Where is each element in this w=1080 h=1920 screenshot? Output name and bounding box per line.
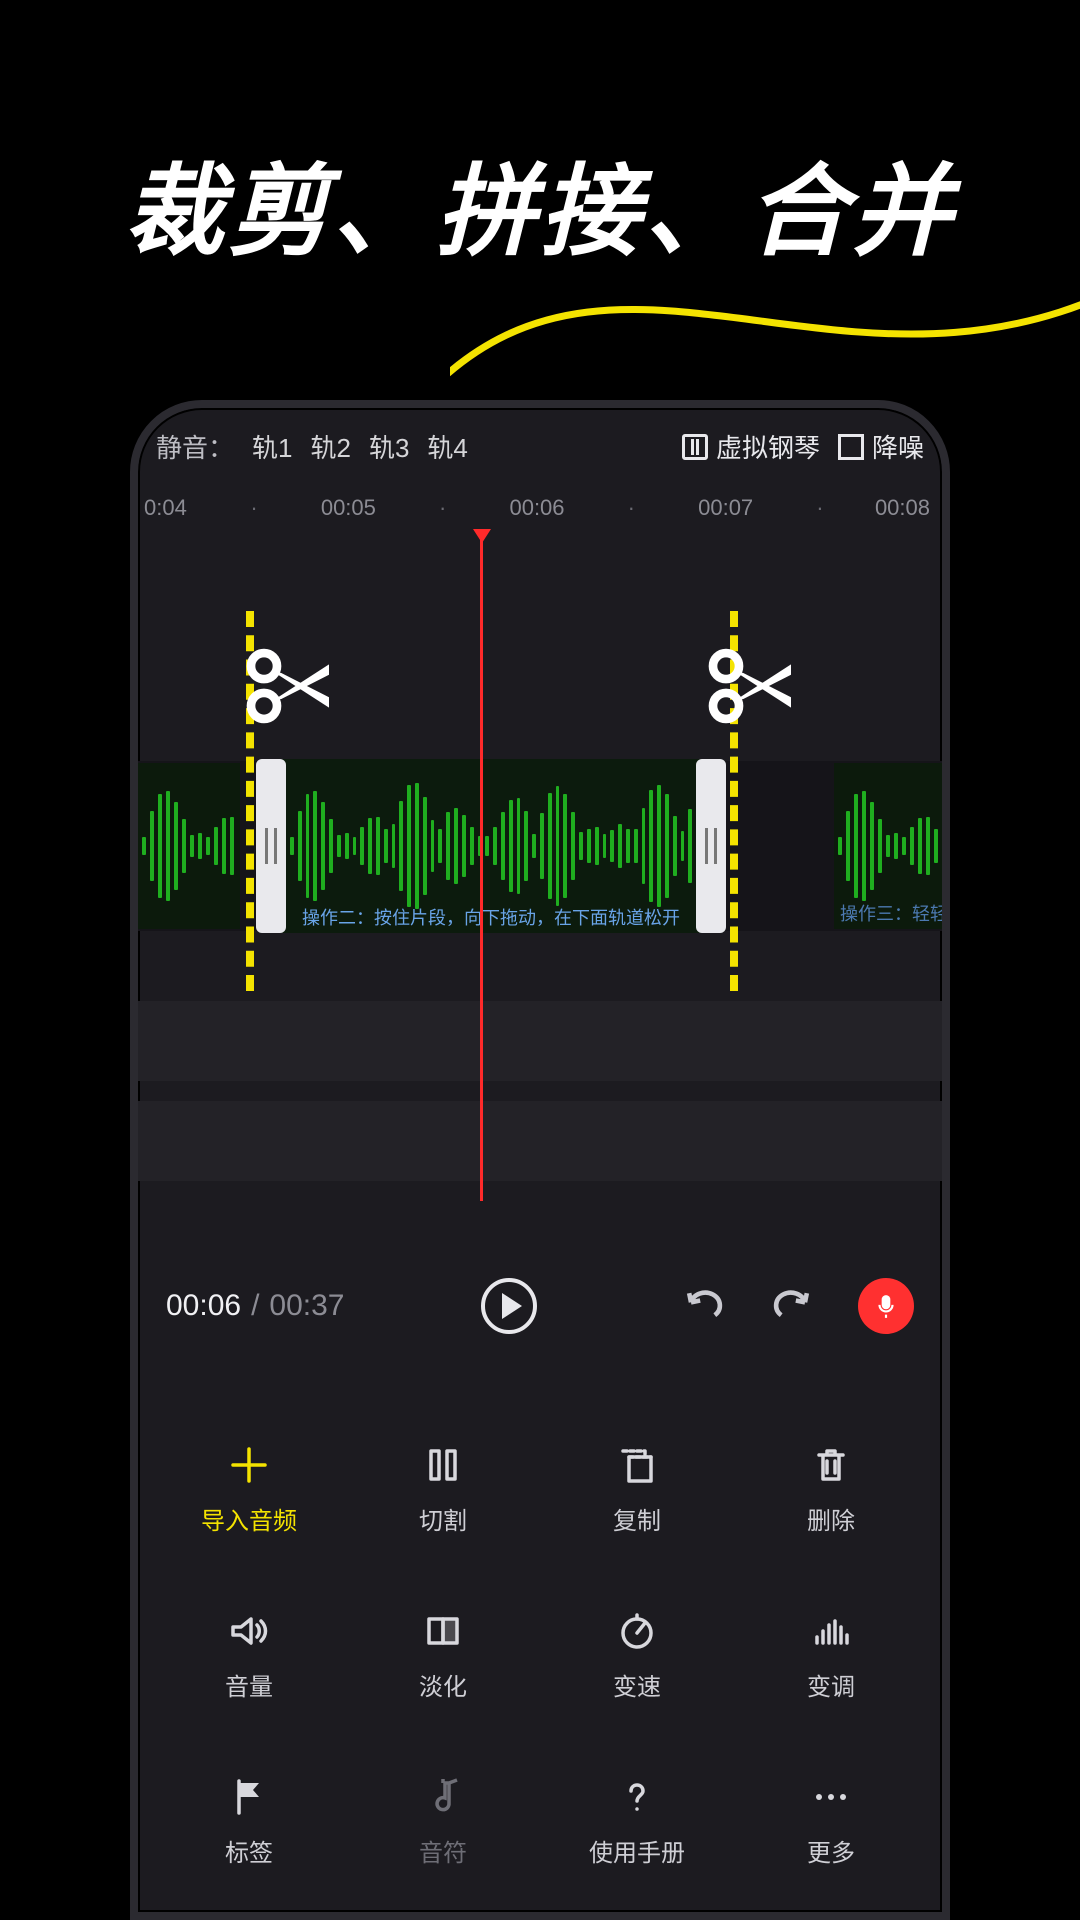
time-separator: / [251, 1289, 259, 1323]
ruler-tick: 00:05 [270, 495, 427, 521]
waveform-icon [138, 763, 240, 929]
tool-label: 音量 [225, 1667, 273, 1702]
redo-button[interactable] [766, 1278, 822, 1334]
track-1-toggle[interactable]: 轨1 [252, 428, 292, 465]
denoise-toggle[interactable]: 降噪 [838, 428, 924, 465]
ruler-tick: 00:08 [836, 495, 930, 521]
tool-manual[interactable]: 使用手册 [540, 1746, 734, 1896]
tool-label: 导入音频 [201, 1501, 297, 1536]
timeline[interactable]: 操作三：轻轻 操作二：按住片段，向下拖动，在下面轨道松开 [138, 531, 942, 1251]
tool-pitch[interactable]: 变调 [734, 1580, 928, 1730]
plus-icon [227, 1443, 271, 1487]
tool-delete[interactable]: 删除 [734, 1414, 928, 1564]
tool-copy[interactable]: 复制 [540, 1414, 734, 1564]
gauge-icon [615, 1609, 659, 1653]
transport-bar: 00:06 / 00:37 [138, 1278, 942, 1334]
tool-fade[interactable]: 淡化 [346, 1580, 540, 1730]
play-button[interactable] [481, 1278, 537, 1334]
phone-frame: 静音： 轨1 轨2 轨3 轨4 虚拟钢琴 降噪 0:04 · 00:0 [130, 400, 950, 1920]
ruler-tick: 0:04 [144, 495, 238, 521]
tool-volume[interactable]: 音量 [152, 1580, 346, 1730]
track-4-toggle[interactable]: 轨4 [427, 428, 467, 465]
tool-label: 变速 [613, 1667, 661, 1702]
piano-icon [682, 434, 708, 460]
ruler-tick: 00:06 [458, 495, 615, 521]
flag-icon [227, 1775, 271, 1819]
record-button[interactable] [858, 1278, 914, 1334]
time-ruler[interactable]: 0:04 · 00:05 · 00:06 · 00:07 · 00:08 [138, 485, 942, 531]
copy-icon [615, 1443, 659, 1487]
undo-button[interactable] [674, 1278, 730, 1334]
tool-label: 音符 [419, 1833, 467, 1868]
total-time: 00:37 [269, 1289, 344, 1323]
clip-outside-right[interactable]: 操作三：轻轻 [834, 763, 942, 929]
scissors-icon [708, 647, 796, 725]
clip-handle-left[interactable] [256, 759, 286, 933]
ruler-tick: 00:07 [647, 495, 804, 521]
track-2-toggle[interactable]: 轨2 [310, 428, 350, 465]
tools-grid: 导入音频 切割 复制 删除音量 淡化 变速 变调标签 音符 使用手册 更多 [138, 1388, 942, 1912]
clip-hint-right: 操作三：轻轻 [840, 900, 942, 926]
hero-title: 裁剪、拼接、合并 [0, 130, 1080, 275]
scissors-icon [246, 647, 334, 725]
eq-icon [809, 1609, 853, 1653]
clip-hint-selected: 操作二：按住片段，向下拖动，在下面轨道松开 [292, 904, 690, 930]
tool-label: 标签 [225, 1833, 273, 1868]
time-display: 00:06 / 00:37 [166, 1289, 345, 1323]
split-icon [421, 1443, 465, 1487]
tool-label: 使用手册 [589, 1833, 685, 1868]
tool-more[interactable]: 更多 [734, 1746, 928, 1896]
clip-outside-left[interactable] [138, 763, 240, 929]
denoise-label: 降噪 [872, 428, 924, 465]
mute-label: 静音： [156, 428, 234, 465]
tool-marker[interactable]: 标签 [152, 1746, 346, 1896]
top-toolbar: 静音： 轨1 轨2 轨3 轨4 虚拟钢琴 降噪 [138, 408, 942, 471]
selected-clip[interactable]: 操作二：按住片段，向下拖动，在下面轨道松开 [256, 759, 726, 933]
audio-track-2[interactable] [138, 1001, 942, 1081]
speaker-icon [227, 1609, 271, 1653]
tool-label: 更多 [807, 1833, 855, 1868]
checkbox-icon [838, 434, 864, 460]
tool-import[interactable]: 导入音频 [152, 1414, 346, 1564]
virtual-piano-label: 虚拟钢琴 [716, 428, 820, 465]
playhead[interactable] [480, 531, 483, 1201]
tool-speed[interactable]: 变速 [540, 1580, 734, 1730]
tool-label: 变调 [807, 1667, 855, 1702]
dots-icon [809, 1775, 853, 1819]
audio-track-3[interactable] [138, 1101, 942, 1181]
tool-label: 复制 [613, 1501, 661, 1536]
fade-icon [421, 1609, 465, 1653]
tool-label: 淡化 [419, 1667, 467, 1702]
tool-label: 切割 [419, 1501, 467, 1536]
note-icon [421, 1775, 465, 1819]
help-icon [615, 1775, 659, 1819]
current-time: 00:06 [166, 1289, 241, 1323]
tool-cut[interactable]: 切割 [346, 1414, 540, 1564]
virtual-piano-button[interactable]: 虚拟钢琴 [682, 428, 820, 465]
track-3-toggle[interactable]: 轨3 [369, 428, 409, 465]
tool-label: 删除 [807, 1501, 855, 1536]
clip-handle-right[interactable] [696, 759, 726, 933]
tool-note[interactable]: 音符 [346, 1746, 540, 1896]
trash-icon [809, 1443, 853, 1487]
